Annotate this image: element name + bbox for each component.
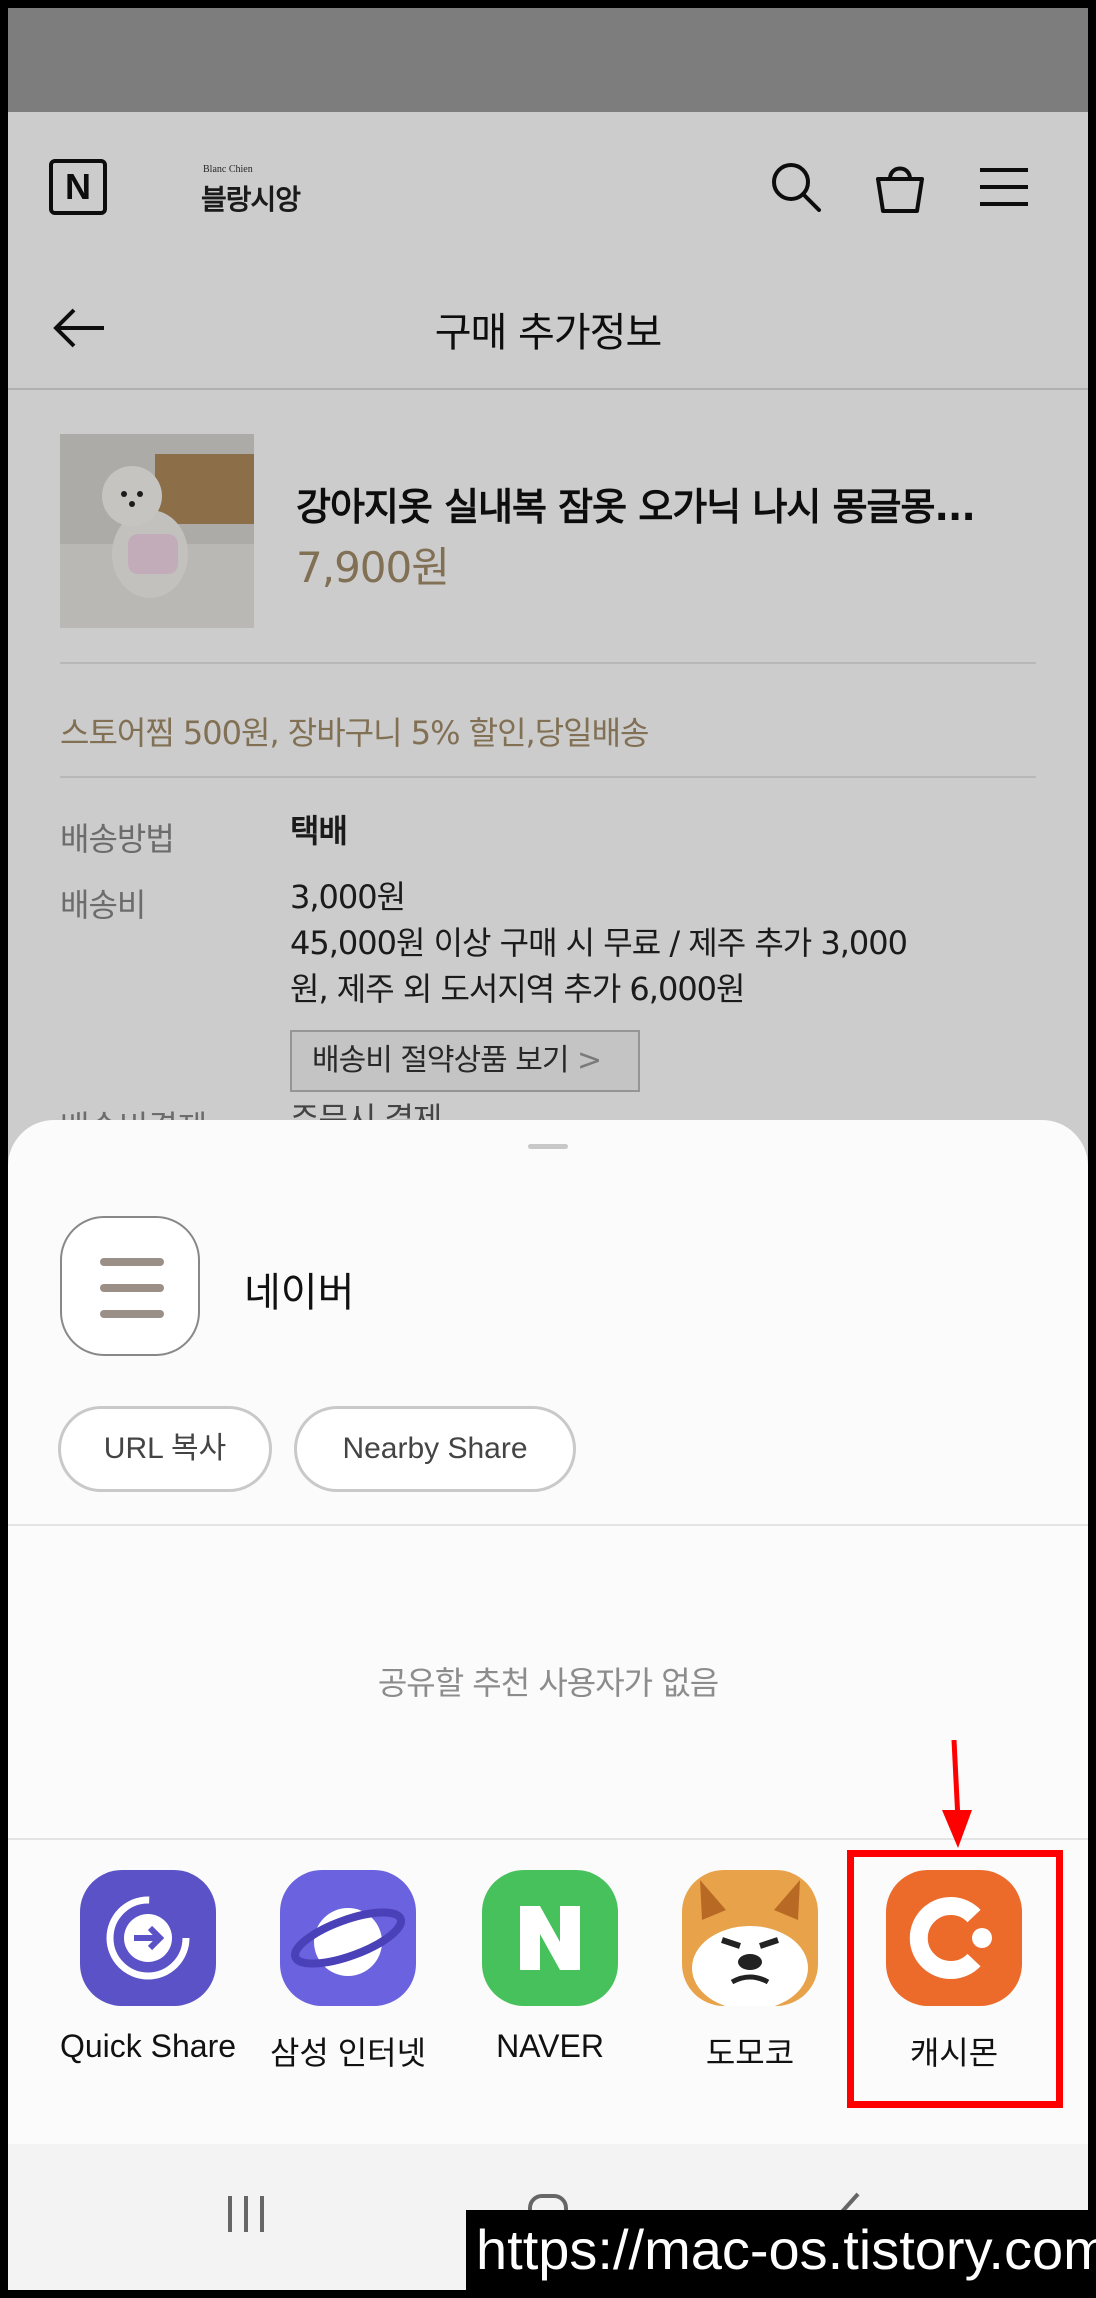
highlight-box (847, 1850, 1063, 2108)
divider (8, 1838, 1088, 1840)
sheet-drag-handle[interactable] (528, 1144, 568, 1149)
phone-screen: N Blanc Chien 블랑시앙 구매 추가정보 강아지옷 실내복 잠옷 오… (8, 8, 1088, 2290)
share-sheet: 네이버 URL 복사 Nearby Share 공유할 추천 사용자가 없음 Q… (8, 1120, 1088, 2290)
recent-apps-icon[interactable] (216, 2184, 276, 2244)
share-target-domoko[interactable]: 도모코 (650, 1870, 850, 2080)
naver-menu-app-icon (60, 1216, 200, 1356)
share-target-quick-share[interactable]: Quick Share (48, 1870, 248, 2080)
domoko-icon (682, 1870, 818, 2006)
no-recommendations-text: 공유할 추천 사용자가 없음 (377, 1664, 719, 1702)
share-target-naver[interactable]: NAVER (450, 1870, 650, 2080)
share-target-samsung-internet[interactable]: 삼성 인터넷 (248, 1870, 448, 2080)
samsung-internet-icon (280, 1870, 416, 2006)
red-arrow-icon (928, 1739, 988, 1850)
quick-share-icon (80, 1870, 216, 2006)
shared-app-name: 네이버 (244, 1270, 355, 1316)
copy-url-chip[interactable]: URL 복사 (58, 1406, 272, 1492)
divider (8, 1524, 1088, 1526)
nearby-share-chip[interactable]: Nearby Share (294, 1406, 576, 1492)
status-bar (8, 8, 1088, 112)
naver-icon (482, 1870, 618, 2006)
watermark-text: https://mac-os.tistory.com (466, 2210, 1096, 2290)
